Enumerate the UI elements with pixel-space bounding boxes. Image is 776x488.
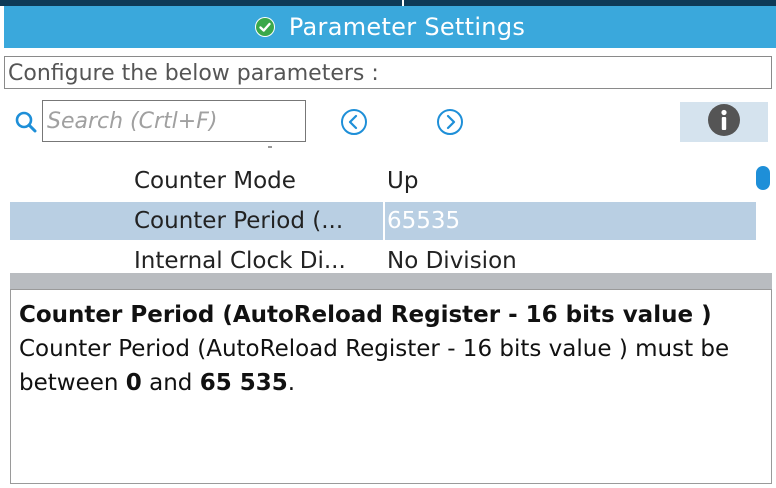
parameter-list: Counter Mode Up Counter Period (... 6553… xyxy=(0,148,776,273)
parameter-value[interactable]: No Division xyxy=(387,242,517,273)
parameter-settings-tab[interactable]: Parameter Settings xyxy=(4,6,776,48)
chevron-right-circle-icon[interactable] xyxy=(436,108,464,136)
scrollbar-thumb[interactable] xyxy=(756,166,770,190)
description-body: Counter Period (AutoReload Register - 16… xyxy=(19,332,763,400)
description-min-value: 0 xyxy=(125,370,142,396)
check-circle-icon xyxy=(254,17,275,37)
description-panel: Counter Period (AutoReload Register - 16… xyxy=(10,289,772,484)
parameter-value[interactable]: 65535 xyxy=(387,202,460,240)
description-max-value: 65 535 xyxy=(199,370,288,396)
description-text-and: and xyxy=(141,370,200,396)
panel-splitter[interactable] xyxy=(10,273,772,289)
vertical-scrollbar[interactable] xyxy=(754,148,772,273)
parameter-name: Counter Period (... xyxy=(134,208,344,234)
parameter-row-counter-period[interactable]: Counter Period (... 65535 xyxy=(10,202,756,240)
chevron-left-circle-icon[interactable] xyxy=(340,108,368,136)
parameter-name: Internal Clock Di... xyxy=(134,248,346,273)
parameter-row-counter-mode[interactable]: Counter Mode Up xyxy=(10,162,754,200)
toolbar xyxy=(0,98,776,146)
configure-label: Configure the below parameters : xyxy=(4,56,772,89)
tab-title: Parameter Settings xyxy=(288,13,526,41)
search-icon xyxy=(14,110,38,138)
parameter-row-internal-clock-division[interactable]: Internal Clock Di... No Division xyxy=(10,242,754,273)
description-text-end: . xyxy=(287,370,296,396)
parameter-value[interactable]: Up xyxy=(387,162,418,200)
search-input[interactable] xyxy=(42,100,306,142)
description-title: Counter Period (AutoReload Register - 16… xyxy=(19,302,712,328)
parameter-name: Counter Mode xyxy=(134,168,296,194)
info-icon xyxy=(707,103,741,141)
info-button[interactable] xyxy=(680,102,768,142)
